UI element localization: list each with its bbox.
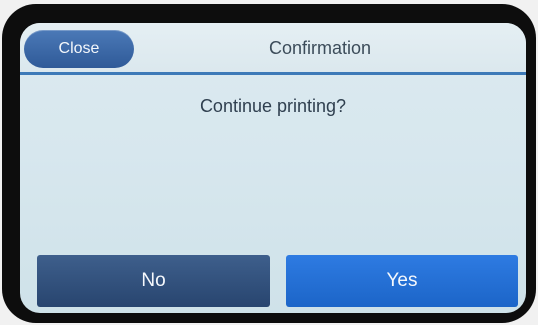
yes-button[interactable]: Yes bbox=[286, 255, 518, 307]
confirmation-message: Continue printing? bbox=[199, 96, 347, 116]
no-button[interactable]: No bbox=[37, 255, 270, 307]
title-bar: Close Confirmation bbox=[20, 23, 526, 75]
printer-screen: Close Confirmation Continue printing? No… bbox=[20, 23, 526, 313]
close-button[interactable]: Close bbox=[24, 30, 134, 68]
dialog-title: Confirmation bbox=[268, 38, 372, 58]
